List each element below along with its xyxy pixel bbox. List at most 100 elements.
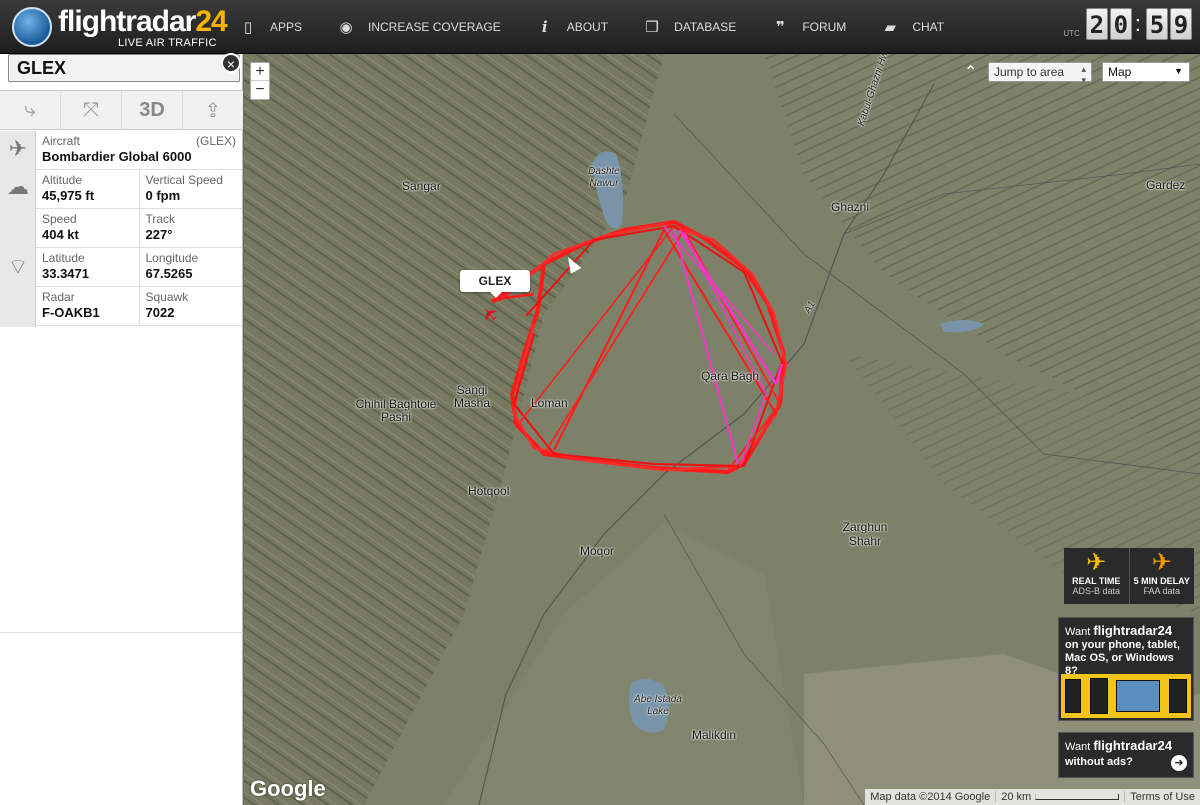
five-min-delay-button[interactable]: ✈ 5 MIN DELAY FAA data	[1130, 548, 1195, 604]
place-label: Ghazni	[831, 200, 870, 214]
aircraft-cell: Aircraft (GLEX) Bombardier Global 6000	[36, 131, 242, 169]
utc-label: UTC	[1063, 29, 1080, 38]
clock-digit: 2	[1085, 8, 1108, 40]
nav-database[interactable]: ❒ DATABASE	[642, 18, 736, 36]
jump-to-area-select[interactable]: Jump to area ▴ ▾	[988, 62, 1092, 85]
route-icon[interactable]: ⤷	[0, 91, 61, 129]
latitude-value: 33.3471	[42, 266, 89, 281]
collapse-icon[interactable]: ⤧	[61, 91, 122, 129]
track-cell: Track 227°	[140, 209, 243, 247]
radar-row: Radar F-OAKB1 Squawk 7022	[36, 287, 242, 326]
arrow-right-icon[interactable]: ➜	[1171, 755, 1187, 771]
eye-icon: ◉	[339, 19, 353, 36]
spinner-icon: ▴ ▾	[1081, 64, 1086, 85]
remove-ads-promo[interactable]: Want flightradar24 without ads? ➜	[1058, 732, 1194, 778]
ad1-want: Want	[1065, 626, 1091, 638]
track-value: 227°	[145, 227, 173, 242]
map-view[interactable]: + − ⌃ Jump to area ▴ ▾ Map ▼ Sangar Dashte …	[244, 54, 1200, 805]
nav-apps[interactable]: ▯ APPS	[238, 18, 302, 36]
altitude-label: Altitude	[42, 173, 83, 187]
radar-label: Radar	[42, 290, 75, 304]
ad1-brand: flightradar24	[1093, 623, 1173, 638]
clock-digit: 9	[1170, 8, 1192, 40]
mobile-app-ad[interactable]: Want flightradar24 on your phone, tablet…	[1058, 617, 1194, 721]
phone-image	[1065, 679, 1082, 713]
altitude-value: 45,975 ft	[42, 188, 95, 203]
altitude-row: Altitude 45,975 ft Vertical Speed 0 fpm	[36, 170, 242, 209]
quote-icon: ❞	[775, 19, 785, 36]
panel-divider	[0, 632, 243, 633]
flight-callsign-label[interactable]: GLEX	[460, 270, 530, 298]
share-icon[interactable]: ⇪	[183, 91, 243, 129]
real-time-title: REAL TIME	[1072, 576, 1121, 586]
nav-increase-coverage[interactable]: ◉ INCREASE COVERAGE	[336, 18, 500, 36]
vertical-speed-label: Vertical Speed	[145, 173, 223, 187]
real-time-sub: ADS-B data	[1072, 586, 1121, 596]
flight-toolbar: ⤷ ⤧ 3D ⇪	[0, 90, 243, 130]
place-label: Sangi Masha	[453, 383, 491, 410]
flight-details: Aircraft (GLEX) Bombardier Global 6000 Al…	[36, 131, 242, 326]
latitude-cell: Latitude 33.3471	[36, 248, 140, 286]
delay-title: 5 MIN DELAY	[1133, 576, 1190, 586]
info-side-icons: ✈ ☁ ⌔	[0, 131, 36, 327]
flight-search-box[interactable]: GLEX ×	[8, 53, 241, 82]
flight-info-panel: GLEX × ⤷ ⤧ 3D ⇪ ✈ ☁ ⌔ Aircraft (GLEX) Bom…	[0, 53, 243, 805]
place-label: Moqor	[580, 544, 615, 558]
cloud-icon: ☁	[7, 174, 29, 199]
collapse-up-icon[interactable]: ⌃	[964, 62, 977, 82]
map-type-value: Map	[1108, 65, 1132, 79]
place-label: Abe Istada Lake	[634, 694, 682, 717]
radar-logo-icon	[12, 7, 52, 47]
ad2-line: without ads?	[1065, 756, 1133, 768]
map-data-credit: Map data ©2014 Google	[870, 791, 991, 803]
close-icon[interactable]: ×	[221, 53, 241, 73]
ad1-line: on your phone, tablet, Mac OS, or Window…	[1065, 639, 1180, 677]
squawk-value: 7022	[145, 305, 175, 320]
chevron-down-icon: ▼	[1174, 66, 1183, 76]
aircraft-label-line: Aircraft (GLEX)	[42, 134, 236, 148]
google-logo: Google	[250, 776, 326, 801]
top-bar: flightradar24 LIVE AIR TRAFFIC ▯ APPS ◉ IN…	[0, 0, 1200, 54]
scale-text: 20 km	[1001, 791, 1032, 803]
radar-value: F-OAKB1	[42, 305, 100, 320]
flightradar24-logo[interactable]: flightradar24 LIVE AIR TRAFFIC	[8, 3, 228, 51]
database-icon: ❒	[645, 19, 659, 36]
search-value[interactable]: GLEX	[17, 58, 66, 79]
nav-forum[interactable]: ❞ FORUM	[770, 18, 846, 36]
3d-button[interactable]: 3D	[122, 91, 183, 129]
phone-image	[1168, 679, 1187, 713]
longitude-label: Longitude	[145, 251, 199, 265]
aircraft-value: Bombardier Global 6000	[42, 149, 192, 164]
longitude-cell: Longitude 67.5265	[140, 248, 243, 286]
radar-cell: Radar F-OAKB1	[36, 287, 140, 325]
place-label: Dashte Nawur	[588, 166, 620, 189]
speed-cell: Speed 404 kt	[36, 209, 140, 247]
real-time-button[interactable]: ✈ REAL TIME ADS-B data	[1064, 548, 1130, 604]
zoom-in-button[interactable]: +	[251, 63, 269, 81]
delay-sub: FAA data	[1143, 586, 1181, 596]
track-label: Track	[145, 212, 176, 226]
logo-wordmark: flightradar24	[58, 5, 228, 38]
speed-label: Speed	[42, 212, 77, 226]
chat-icon: ▰	[884, 19, 897, 36]
speed-value: 404 kt	[42, 227, 79, 242]
squawk-cell: Squawk 7022	[140, 287, 243, 325]
place-label: Gardez	[1146, 178, 1186, 192]
tablet-image	[1116, 680, 1161, 712]
terms-link[interactable]: Terms of Use	[1124, 791, 1200, 803]
nav-about[interactable]: i ABOUT	[535, 18, 608, 36]
aircraft-code: (GLEX)	[195, 134, 236, 148]
zoom-out-button[interactable]: −	[251, 81, 269, 99]
info-icon: i	[541, 18, 548, 36]
data-mode-switch: ✈ REAL TIME ADS-B data ✈ 5 MIN DELAY FAA…	[1064, 548, 1194, 604]
place-label: Hotqool	[468, 484, 510, 498]
vertical-speed-value: 0 fpm	[145, 188, 181, 203]
map-attribution: Map data ©2014 Google 20 km Terms of Use	[865, 789, 1200, 805]
map-type-select[interactable]: Map ▼	[1102, 62, 1190, 82]
latitude-label: Latitude	[42, 251, 85, 265]
clock-colon: :	[1134, 11, 1141, 36]
utc-clock: UTC 2 0 : 5 9	[1063, 8, 1192, 40]
jump-to-area-label: Jump to area	[994, 65, 1065, 79]
clock-digit: 0	[1109, 8, 1132, 40]
nav-chat[interactable]: ▰ CHAT	[880, 18, 945, 36]
